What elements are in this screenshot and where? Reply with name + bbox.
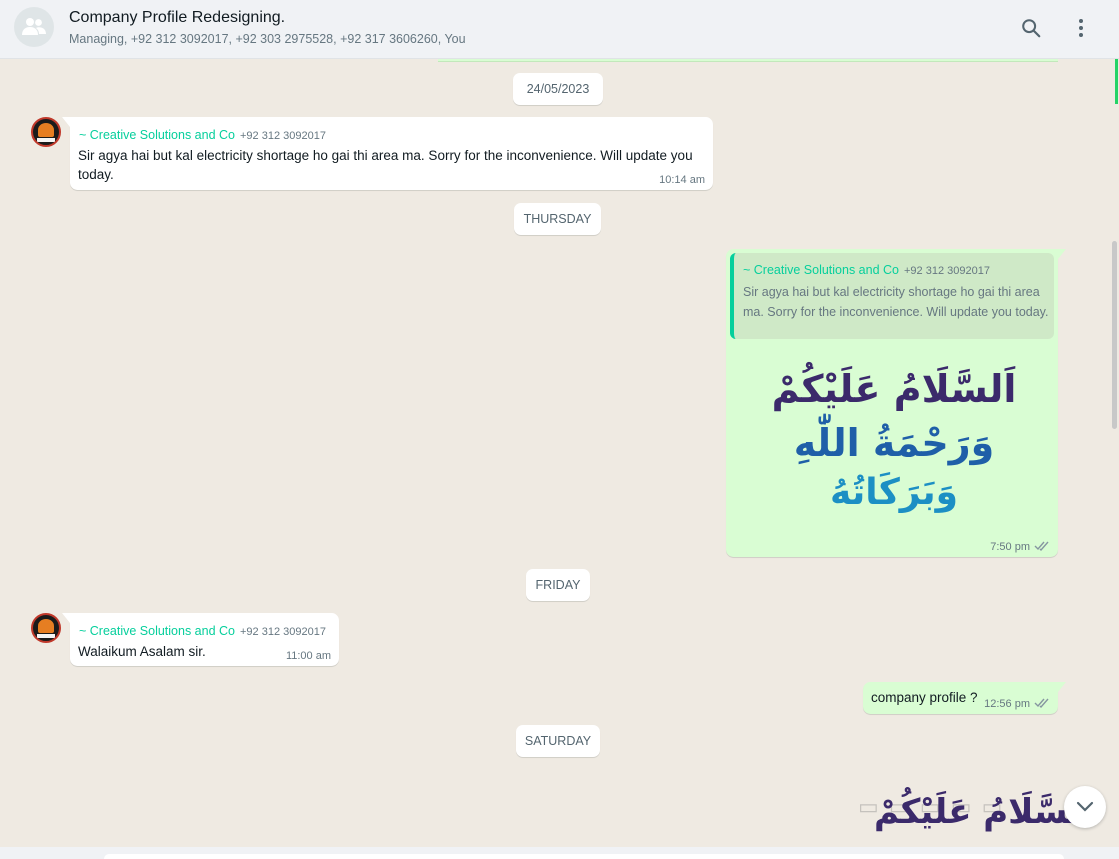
quoted-sender-line: ~ Creative Solutions and Co +92 312 30920… xyxy=(743,261,990,279)
quoted-sender-name: ~ Creative Solutions and Co xyxy=(743,263,899,277)
compose-bar xyxy=(0,847,1119,859)
avatar-logo-bar xyxy=(37,138,55,142)
message-meta: 7:50 pm xyxy=(990,540,1050,553)
message-bubble[interactable]: ~ Creative Solutions and Co +92 312 30920… xyxy=(726,249,1066,557)
image-attachment[interactable]: اَلسَّلَامُ عَلَيْكُمْ وَرَحْمَةُ اللّٰه… xyxy=(730,345,1058,533)
sender-line: ~ Creative Solutions and Co +92 312 30920… xyxy=(79,126,326,144)
message-time: 11:00 am xyxy=(285,650,331,662)
message-text: Walaikum Asalam sir. xyxy=(78,644,206,659)
date-separator: FRIDAY xyxy=(526,569,590,601)
scroll-to-bottom-button[interactable] xyxy=(1064,786,1106,828)
sender-name[interactable]: ~ Creative Solutions and Co xyxy=(79,128,235,142)
message-bubble[interactable]: company profile ? 12:56 pm xyxy=(863,682,1066,714)
scroll-indicator xyxy=(1115,59,1118,104)
avatar-logo-bar xyxy=(37,634,55,638)
message-time: 10:14 am xyxy=(659,174,705,186)
avatar[interactable] xyxy=(31,613,61,643)
quoted-sender-number: +92 312 3092017 xyxy=(904,265,990,277)
message-time: 7:50 pm xyxy=(990,541,1030,553)
scrollbar[interactable] xyxy=(1112,241,1117,429)
sender-name[interactable]: ~ Creative Solutions and Co xyxy=(79,624,235,638)
date-separator: 24/05/2023 xyxy=(513,73,603,105)
message-bubble[interactable]: ~ Creative Solutions and Co +92 312 30920… xyxy=(62,613,339,666)
image-text-line: اَلسَّلَامُ عَلَيْكُمْ xyxy=(771,367,1017,411)
message-text: company profile ? xyxy=(871,690,978,705)
search-icon xyxy=(1022,19,1041,38)
sender-number: +92 312 3092017 xyxy=(240,130,326,142)
group-avatar[interactable] xyxy=(14,7,54,47)
double-check-icon xyxy=(1034,698,1049,708)
avatar[interactable] xyxy=(31,117,61,147)
chat-participants[interactable]: Managing, +92 312 3092017, +92 303 29755… xyxy=(69,32,466,46)
image-text-line: وَرَحْمَةُ اللّٰهِ xyxy=(793,421,995,465)
date-separator: SATURDAY xyxy=(516,725,600,757)
partial-image-text: اَلسَّلَامُ عَلَيْكُمْ xyxy=(874,792,1094,832)
sender-number: +92 312 3092017 xyxy=(240,626,326,638)
previous-message-edge xyxy=(438,59,1058,62)
message-time: 12:56 pm xyxy=(984,698,1030,710)
chat-header[interactable]: Company Profile Redesigning. Managing, +… xyxy=(0,0,1119,59)
image-text-line: وَبَرَكَاتُهُ xyxy=(829,472,959,513)
double-check-icon xyxy=(1034,541,1049,551)
message-list[interactable]: 24/05/2023 ~ Creative Solutions and Co +9… xyxy=(0,59,1119,847)
avatar-logo xyxy=(38,123,54,137)
chat-title[interactable]: Company Profile Redesigning. xyxy=(69,9,285,27)
message-text: Sir agya hai but kal electricity shortag… xyxy=(78,148,693,182)
quoted-message[interactable]: ~ Creative Solutions and Co +92 312 30920… xyxy=(730,253,1054,339)
message-bubble[interactable]: ~ Creative Solutions and Co +92 312 30920… xyxy=(62,117,713,190)
group-icon xyxy=(22,18,46,35)
avatar-logo xyxy=(38,619,54,633)
chevron-down-icon xyxy=(1076,801,1094,812)
message-meta: 12:56 pm xyxy=(984,697,1050,710)
sender-line: ~ Creative Solutions and Co +92 312 30920… xyxy=(79,622,326,640)
menu-button[interactable] xyxy=(1067,14,1095,42)
message-input[interactable] xyxy=(104,854,1064,859)
search-button[interactable] xyxy=(1017,14,1045,42)
date-separator: THURSDAY xyxy=(514,203,601,235)
more-vert-icon xyxy=(1079,19,1083,37)
quoted-text: Sir agya hai but kal electricity shortag… xyxy=(743,285,1049,319)
